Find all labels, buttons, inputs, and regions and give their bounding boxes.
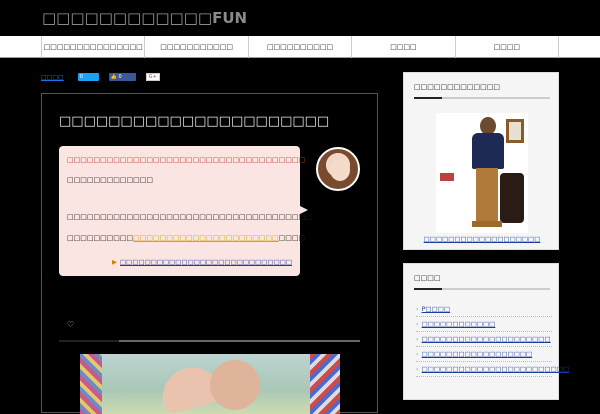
list-item[interactable]: › □□□□□□□□□□□□□□□□□□□□□□□□ — [416, 362, 569, 377]
bubble-line-1: □□□□□□□□□□□□□□□□□□□□□□□□□□□□□□□□□□□□ — [67, 156, 306, 164]
chevron-right-icon: › — [416, 320, 419, 328]
chevron-right-icon: › — [416, 305, 419, 313]
nav-item-2[interactable]: □□□□□□□□□□□ — [145, 36, 249, 58]
nav-item-1[interactable]: □□□□□□□□□□□□□□□ — [42, 36, 146, 58]
widget-title-bar — [414, 288, 550, 290]
list-item[interactable]: › □□□□□□□□□□□□□□□□□□□□□ — [416, 332, 552, 347]
section-divider — [59, 340, 360, 342]
list-item-label: □□□□□□□□□□□□□□□□□□ — [421, 350, 533, 358]
widget-title: □□□□□□□□□□□□□ — [414, 83, 500, 91]
speech-bubble: □□□□□□□□□□□□□□□□□□□□□□□□□□□□□□□□□□□□ □□□… — [59, 146, 312, 276]
widget-title: □□□□ — [414, 274, 441, 282]
logo-text: □□□□□□□□□□□□ — [42, 9, 213, 27]
list-item-label: P□□□□ — [421, 305, 451, 313]
list-item-label: □□□□□□□□□□□□□□□□□□□□□□□□ — [421, 365, 570, 373]
bubble-line-3: □□□□□□□□□□□□□□□□□□□□□□□□□□□□□□□□□□□□□ — [67, 213, 312, 221]
widget-title-bar — [414, 97, 550, 99]
article-title: □□□□□□□□□□□□□□□□□□□□□□ — [59, 114, 330, 129]
sidebar-widget-featured: □□□□□□□□□□□□□ □□□□□□□□□□□□□□□□□□□ — [403, 72, 559, 250]
site-logo[interactable]: □□□□□□□□□□□□FUN — [42, 9, 247, 27]
twitter-share-button[interactable]: 0 — [77, 73, 99, 81]
featured-image[interactable] — [436, 113, 528, 233]
facebook-count: 0 — [118, 74, 122, 80]
bubble-link-text: □□□□□□□□□□□□□□□□□□□□□□□□□□□□ — [120, 258, 292, 266]
featured-caption-link[interactable]: □□□□□□□□□□□□□□□□□□□ — [404, 235, 560, 243]
triangle-right-icon: ▶ — [112, 258, 118, 266]
bubble-line-2: □□□□□□□□□□□□□ — [67, 176, 153, 184]
main-nav: □□□□□□□□□□□□□□□ □□□□□□□□□□□ □□□□□□□□□□ □… — [0, 36, 600, 58]
twitter-count: 0 — [79, 74, 83, 80]
article-photo — [80, 354, 340, 414]
logo-suffix: FUN — [212, 9, 248, 27]
bubble-line-4-post: □□□□ — [278, 234, 306, 242]
bubble-line-4: □□□□□□□□□□□□□□□□□□□□□□□□□□□□□□□□□□□□ — [67, 234, 305, 242]
list-item[interactable]: › P□□□□ — [416, 302, 552, 317]
nav-item-5[interactable]: □□□□ — [456, 36, 560, 58]
list-item[interactable]: › □□□□□□□□□□□□ — [416, 317, 552, 332]
share-row: □□□□ 0 👍 0 G+ — [41, 72, 160, 82]
list-item-label: □□□□□□□□□□□□□□□□□□□□□ — [421, 335, 551, 343]
author-avatar — [316, 147, 360, 191]
bubble-highlight-link[interactable]: □□□□□□□□□□□□□□□□□□□□□□ — [133, 234, 279, 242]
article-card: □□□□□□□□□□□□□□□□□□□□□□ □□□□□□□□□□□□□□□□□… — [41, 93, 378, 414]
chevron-right-icon: › — [416, 335, 419, 343]
category-list: › P□□□□ › □□□□□□□□□□□□ › □□□□□□□□□□□□□□□□□□… — [416, 302, 569, 377]
list-item-label: □□□□□□□□□□□□ — [421, 320, 496, 328]
list-item[interactable]: › □□□□□□□□□□□□□□□□□□ — [416, 347, 552, 362]
bubble-read-more-link[interactable]: ▶ □□□□□□□□□□□□□□□□□□□□□□□□□□□□ — [112, 258, 292, 266]
chevron-right-icon: › — [416, 350, 419, 358]
chevron-right-icon: › — [416, 365, 419, 373]
bubble-line-4-pre: □□□□□□□□□□ — [67, 234, 134, 242]
nav-item-4[interactable]: □□□□ — [352, 36, 456, 58]
site-header: □□□□□□□□□□□□FUN — [0, 0, 600, 36]
heart-icon[interactable]: ♡ — [67, 320, 74, 329]
share-link[interactable]: □□□□ — [41, 74, 64, 81]
gplus-share-button[interactable]: G+ — [145, 73, 160, 81]
facebook-like-button[interactable]: 👍 0 — [108, 73, 136, 81]
sidebar-widget-categories: □□□□ › P□□□□ › □□□□□□□□□□□□ › □□□□□□□□□□□□□… — [403, 263, 569, 400]
nav-item-3[interactable]: □□□□□□□□□□ — [249, 36, 353, 58]
thumb-icon: 👍 — [110, 74, 117, 80]
